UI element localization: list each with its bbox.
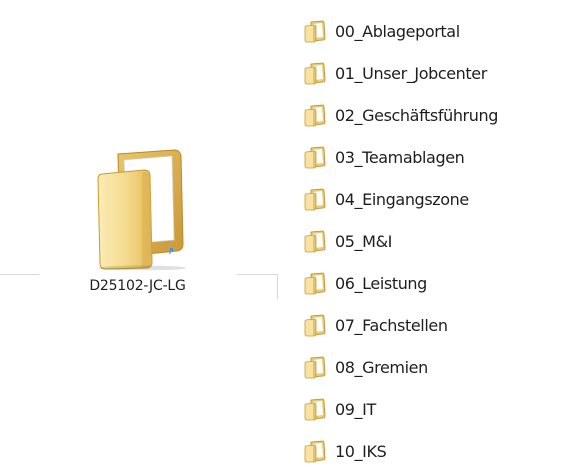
folder-icon [302, 19, 328, 43]
large-folder-name: D25102-JC-LG [89, 278, 186, 294]
folder-large-icon [82, 148, 206, 270]
folder-icon [302, 313, 328, 337]
folder-item[interactable]: 00_Ablageportal [302, 10, 572, 52]
folder-name: 10_IKS [335, 441, 387, 461]
folder-name: 07_Fachstellen [335, 315, 448, 335]
large-folder-item[interactable]: D25102-JC-LG [0, 140, 278, 305]
folder-name: 02_Geschäftsführung [335, 105, 498, 125]
folder-icon [302, 187, 328, 211]
label-frame-left [0, 274, 39, 299]
folder-item[interactable]: 04_Eingangszone [302, 178, 572, 220]
folder-icon [302, 61, 328, 85]
folder-name: 03_Teamablagen [335, 147, 465, 167]
folder-item[interactable]: 02_Geschäftsführung [302, 94, 572, 136]
folder-item[interactable]: 05_M&I [302, 220, 572, 262]
folder-list: 00_Ablageportal 01_Unser_Jobcenter 02_Ge… [302, 10, 572, 472]
folder-name: 01_Unser_Jobcenter [335, 63, 487, 83]
folder-icon [302, 271, 328, 295]
folder-name: 00_Ablageportal [335, 21, 460, 41]
folder-item[interactable]: 01_Unser_Jobcenter [302, 52, 572, 94]
label-frame-right [237, 274, 278, 299]
folder-item[interactable]: 10_IKS [302, 430, 572, 472]
folder-item[interactable]: 06_Leistung [302, 262, 572, 304]
folder-icon [302, 355, 328, 379]
folder-name: 05_M&I [335, 231, 392, 251]
folder-name: 09_IT [335, 399, 376, 419]
folder-item[interactable]: 07_Fachstellen [302, 304, 572, 346]
large-folder-label[interactable]: D25102-JC-LG [0, 274, 278, 299]
folder-item[interactable]: 08_Gremien [302, 346, 572, 388]
folder-icon [302, 103, 328, 127]
folder-name: 08_Gremien [335, 357, 428, 377]
folder-item[interactable]: 09_IT [302, 388, 572, 430]
folder-icon [302, 397, 328, 421]
folder-item[interactable]: 03_Teamablagen [302, 136, 572, 178]
folder-icon [302, 145, 328, 169]
folder-icon [302, 229, 328, 253]
folder-name: 06_Leistung [335, 273, 427, 293]
folder-name: 04_Eingangszone [335, 189, 469, 209]
folder-icon [302, 439, 328, 463]
